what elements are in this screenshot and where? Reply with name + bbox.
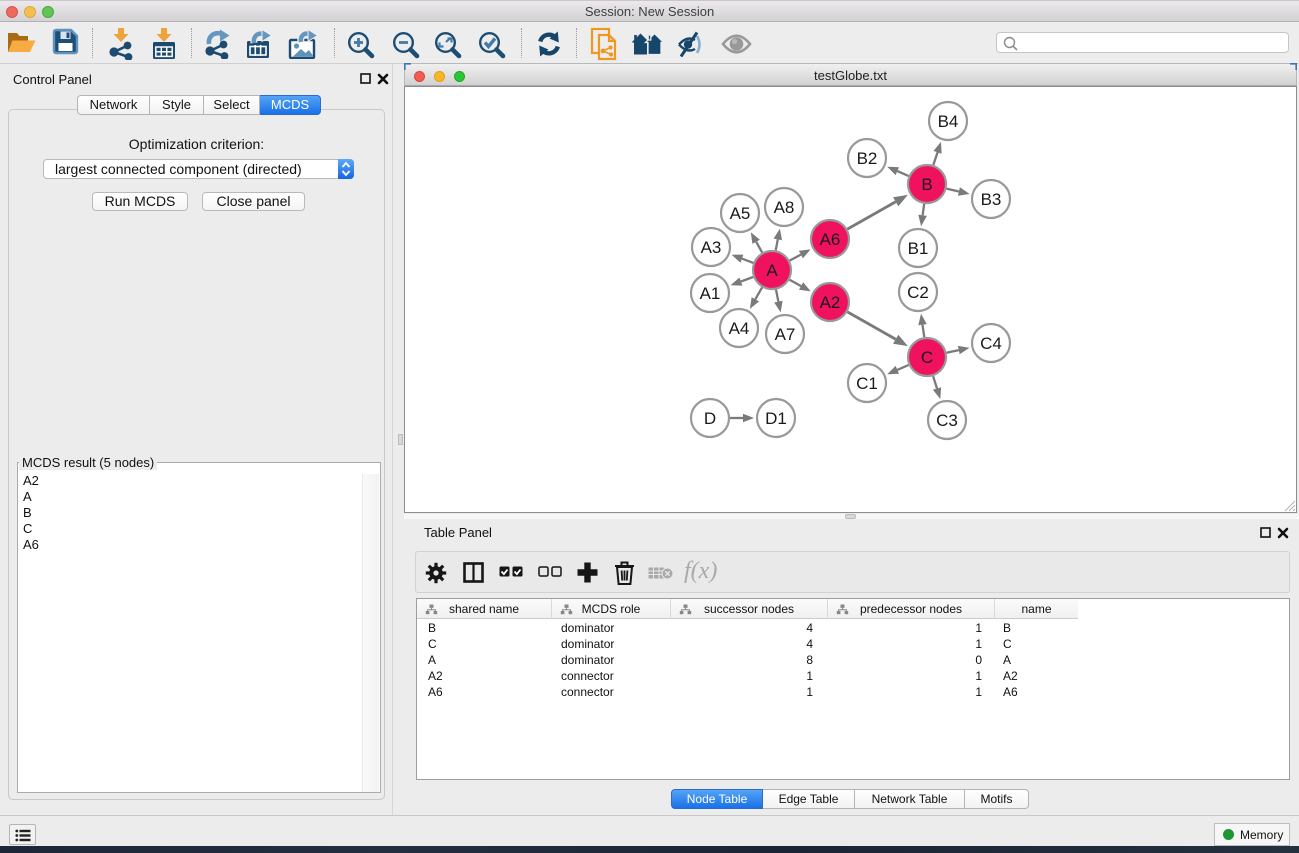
svg-text:A1: A1 xyxy=(700,284,721,303)
svg-text:D1: D1 xyxy=(765,409,787,428)
svg-text:A4: A4 xyxy=(729,319,750,338)
svg-text:A3: A3 xyxy=(701,238,722,257)
svg-text:B: B xyxy=(921,175,932,194)
svg-text:B4: B4 xyxy=(938,112,959,131)
svg-text:B3: B3 xyxy=(981,190,1002,209)
svg-text:C: C xyxy=(921,348,933,367)
svg-text:A5: A5 xyxy=(730,204,751,223)
svg-text:D: D xyxy=(704,409,716,428)
svg-text:C3: C3 xyxy=(936,411,958,430)
svg-text:A8: A8 xyxy=(774,198,795,217)
svg-text:C2: C2 xyxy=(907,283,929,302)
svg-text:A7: A7 xyxy=(775,325,796,344)
svg-text:C1: C1 xyxy=(856,374,878,393)
svg-text:B1: B1 xyxy=(908,239,929,258)
svg-text:B2: B2 xyxy=(857,149,878,168)
svg-text:C4: C4 xyxy=(980,334,1002,353)
svg-text:A: A xyxy=(766,261,778,280)
svg-text:A6: A6 xyxy=(820,230,841,249)
svg-text:A2: A2 xyxy=(820,293,841,312)
